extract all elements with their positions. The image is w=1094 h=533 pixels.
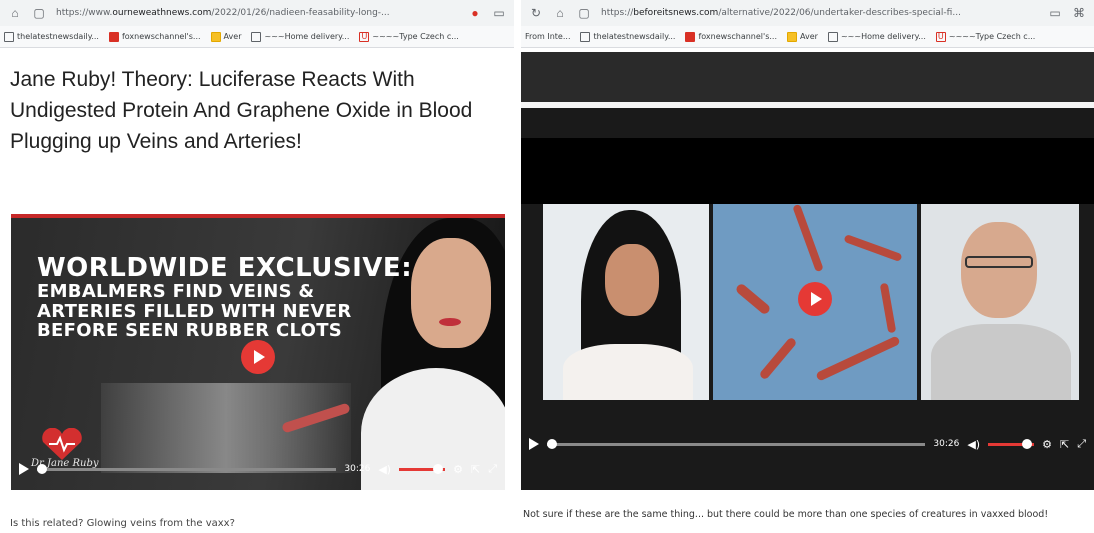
guest-image — [921, 204, 1079, 400]
right-browser-window: ↻ ⌂ ▢ https://beforeitsnews.com/alternat… — [521, 0, 1094, 533]
play-icon[interactable] — [529, 438, 539, 450]
popout-icon[interactable]: ⇱ — [471, 463, 480, 476]
bookmark-folder[interactable]: Aver — [787, 31, 818, 42]
reload-icon[interactable]: ↻ — [529, 6, 543, 20]
play-button[interactable] — [241, 340, 275, 374]
folder-icon — [210, 31, 221, 42]
home-icon[interactable]: ⌂ — [8, 6, 22, 20]
left-browser-window: ⌂ ▢ https://www.ourneweathnews.com/2022/… — [0, 0, 514, 533]
volume-icon[interactable]: ◀) — [967, 438, 980, 451]
page-icon — [4, 31, 14, 42]
url-text[interactable]: https://beforeitsnews.com/alternative/20… — [601, 8, 1038, 18]
fullscreen-icon[interactable]: ⤢ — [1077, 437, 1086, 451]
page-icon — [827, 31, 838, 42]
bookmark-item[interactable]: From Inte... — [525, 32, 570, 41]
bookmark-item[interactable]: foxnewschannel's... — [108, 31, 201, 42]
bookmark-u-icon: U — [359, 31, 370, 42]
post-caption: Is this related? Glowing veins from the … — [10, 518, 235, 529]
address-bar[interactable]: ⌂ ▢ https://www.ourneweathnews.com/2022/… — [0, 0, 514, 26]
tab-icon[interactable]: ▭ — [492, 6, 506, 20]
bookmark-item[interactable]: U ~~~~Type Czech c... — [359, 31, 459, 42]
video-letterbox — [521, 138, 1094, 204]
progress-bar[interactable] — [37, 463, 337, 474]
bookmarks-bar: thelatestnewsdaily... foxnewschannel's..… — [0, 26, 514, 48]
bookmark-item[interactable]: ~~~Home delivery... — [827, 31, 926, 42]
page-info-icon[interactable]: ▢ — [32, 6, 46, 20]
settings-icon[interactable]: ⚙ — [453, 463, 463, 476]
video-controls: 30:26 ◀) ⚙ ⇱ ⤢ — [11, 462, 505, 476]
video-duration: 30:26 — [344, 464, 371, 474]
video-title-overlay: WORLDWIDE EXCLUSIVE: EMBALMERS FIND VEIN… — [37, 253, 413, 341]
progress-knob[interactable] — [547, 438, 557, 449]
tab-icon[interactable]: ▭ — [1048, 6, 1062, 20]
previous-video-player — [521, 52, 1094, 102]
volume-slider[interactable] — [988, 438, 1035, 449]
play-icon[interactable] — [19, 463, 29, 475]
surgeon-image — [101, 383, 351, 473]
home-icon[interactable]: ⌂ — [553, 6, 567, 20]
bookmark-folder[interactable]: Aver — [210, 31, 241, 42]
address-bar[interactable]: ↻ ⌂ ▢ https://beforeitsnews.com/alternat… — [521, 0, 1094, 26]
bookmark-u-icon: U — [935, 31, 946, 42]
channel-logo-icon — [42, 428, 82, 460]
bookmark-item[interactable]: thelatestnewsdaily... — [4, 31, 99, 42]
volume-knob[interactable] — [1022, 438, 1033, 449]
progress-knob[interactable] — [37, 463, 47, 474]
bookmarks-bar: From Inte... thelatestnewsdaily... foxne… — [521, 26, 1094, 48]
news-icon — [108, 31, 119, 42]
post-caption: Not sure if these are the same thing... … — [523, 509, 1049, 520]
page-icon — [251, 31, 262, 42]
volume-knob[interactable] — [433, 463, 444, 474]
folder-icon — [787, 31, 798, 42]
page-icon — [580, 31, 591, 42]
window-divider — [514, 0, 521, 533]
settings-icon[interactable]: ⚙ — [1042, 438, 1052, 451]
clots-image — [713, 204, 917, 400]
bookmark-item[interactable]: foxnewschannel's... — [685, 31, 777, 42]
extensions-icon[interactable]: ⌘ — [1072, 6, 1086, 20]
page-info-icon[interactable]: ▢ — [577, 6, 591, 20]
video-frame — [543, 204, 1079, 400]
article-headline: Jane Ruby! Theory: Luciferase Reacts Wit… — [10, 68, 473, 153]
bookmark-item[interactable]: thelatestnewsdaily... — [580, 31, 675, 42]
volume-icon[interactable]: ◀) — [378, 463, 391, 476]
bookmark-item[interactable]: U ~~~~Type Czech c... — [935, 31, 1035, 42]
play-button[interactable] — [798, 282, 832, 316]
progress-bar[interactable] — [547, 438, 926, 449]
popout-icon[interactable]: ⇱ — [1060, 438, 1069, 451]
url-text[interactable]: https://www.ourneweathnews.com/2022/01/2… — [56, 8, 458, 18]
extension-icon[interactable]: ● — [468, 6, 482, 20]
volume-slider[interactable] — [399, 463, 446, 474]
fullscreen-icon[interactable]: ⤢ — [488, 462, 497, 476]
video-player[interactable]: WORLDWIDE EXCLUSIVE: EMBALMERS FIND VEIN… — [11, 214, 505, 490]
bookmark-item[interactable]: ~~~Home delivery... — [251, 31, 349, 42]
news-icon — [685, 31, 696, 42]
video-duration: 30:26 — [933, 439, 960, 449]
presenter-image — [543, 204, 709, 400]
video-controls: 30:26 ◀) ⚙ ⇱ ⤢ — [521, 437, 1094, 451]
